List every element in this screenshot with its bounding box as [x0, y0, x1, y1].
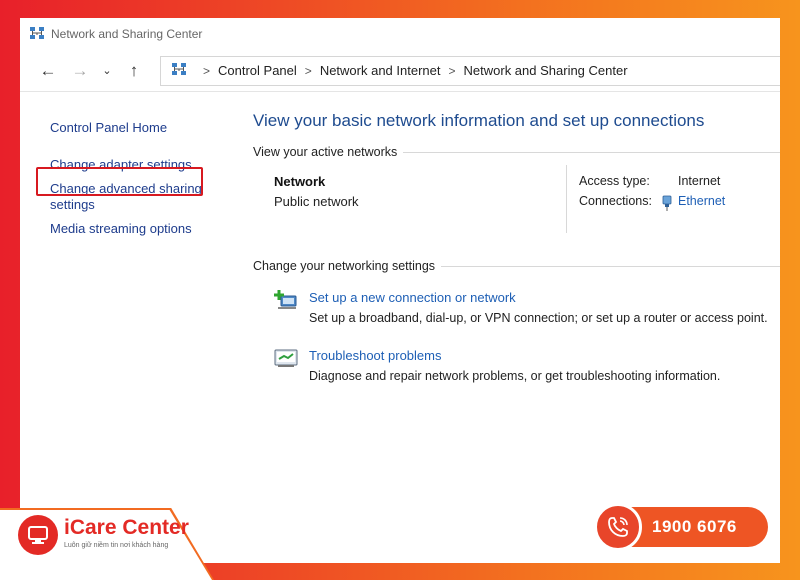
ethernet-icon — [661, 195, 673, 216]
back-button[interactable]: ← — [32, 57, 64, 85]
hotline-number: 1900 6076 — [652, 517, 737, 536]
brand-tagline: Luôn giữ niềm tin nơi khách hàng — [64, 542, 169, 549]
setup-connection-link[interactable]: Set up a new connection or network — [309, 290, 516, 305]
left-navigation: Control Panel Home Change adapter settin… — [20, 92, 225, 237]
change-settings-heading: Change your networking settings — [253, 259, 780, 273]
recent-locations-button[interactable]: ⌄ — [96, 57, 118, 85]
breadcrumb-network-sharing[interactable]: Network and Sharing Center — [464, 63, 628, 78]
network-name: Network — [274, 174, 326, 189]
heading-divider — [403, 151, 780, 153]
connections-label: Connections: — [579, 194, 652, 208]
breadcrumb-separator: > — [203, 63, 211, 78]
window-title: Network and Sharing Center — [51, 27, 203, 41]
address-bar: ← → ⌄ ↑ > Control Panel > Network and In… — [20, 50, 780, 92]
heading-divider — [441, 265, 780, 267]
icare-logo-icon — [18, 515, 58, 555]
access-type-label: Access type: — [579, 174, 650, 188]
highlight-annotation — [36, 167, 203, 196]
nav-media-streaming[interactable]: Media streaming options — [20, 221, 225, 237]
breadcrumb-network-internet[interactable]: Network and Internet — [320, 63, 441, 78]
network-center-icon — [29, 25, 45, 44]
forward-button[interactable]: → — [64, 57, 96, 85]
setup-connection-description: Set up a broadband, dial-up, or VPN conn… — [309, 311, 768, 325]
vertical-divider — [566, 165, 567, 233]
task-troubleshoot: Troubleshoot problems Diagnose and repai… — [253, 339, 780, 397]
change-settings-label: Change your networking settings — [253, 259, 436, 273]
breadcrumb-separator: > — [304, 63, 312, 78]
troubleshoot-link[interactable]: Troubleshoot problems — [309, 348, 441, 363]
main-panel: View your basic network information and … — [253, 92, 780, 397]
access-type-value: Internet — [678, 174, 721, 188]
content-area: Control Panel Home Change adapter settin… — [20, 92, 780, 563]
title-bar: Network and Sharing Center — [20, 18, 780, 50]
troubleshoot-icon — [274, 347, 298, 374]
troubleshoot-description: Diagnose and repair network problems, or… — [309, 369, 721, 383]
page-title: View your basic network information and … — [253, 111, 705, 130]
active-networks-label: View your active networks — [253, 145, 398, 159]
network-type: Public network — [274, 194, 359, 209]
active-networks-heading: View your active networks — [253, 145, 780, 159]
brand-name: iCare Center — [64, 516, 189, 539]
breadcrumb-separator: > — [448, 63, 456, 78]
phone-icon — [594, 503, 642, 551]
control-panel-icon — [171, 61, 187, 80]
address-input[interactable]: > Control Panel > Network and Internet >… — [160, 55, 780, 86]
task-setup-connection: Set up a new connection or network Set u… — [253, 281, 780, 339]
new-connection-icon — [274, 289, 298, 316]
ethernet-link[interactable]: Ethernet — [678, 194, 725, 208]
control-panel-window: Network and Sharing Center ← → ⌄ ↑ > Con… — [20, 18, 780, 563]
hotline-badge[interactable]: 1900 6076 — [594, 503, 768, 551]
breadcrumb-control-panel[interactable]: Control Panel — [218, 63, 297, 78]
nav-control-panel-home[interactable]: Control Panel Home — [20, 120, 225, 136]
up-button[interactable]: ↑ — [118, 57, 150, 85]
active-network: Network Public network Access type: Inte… — [253, 159, 780, 251]
